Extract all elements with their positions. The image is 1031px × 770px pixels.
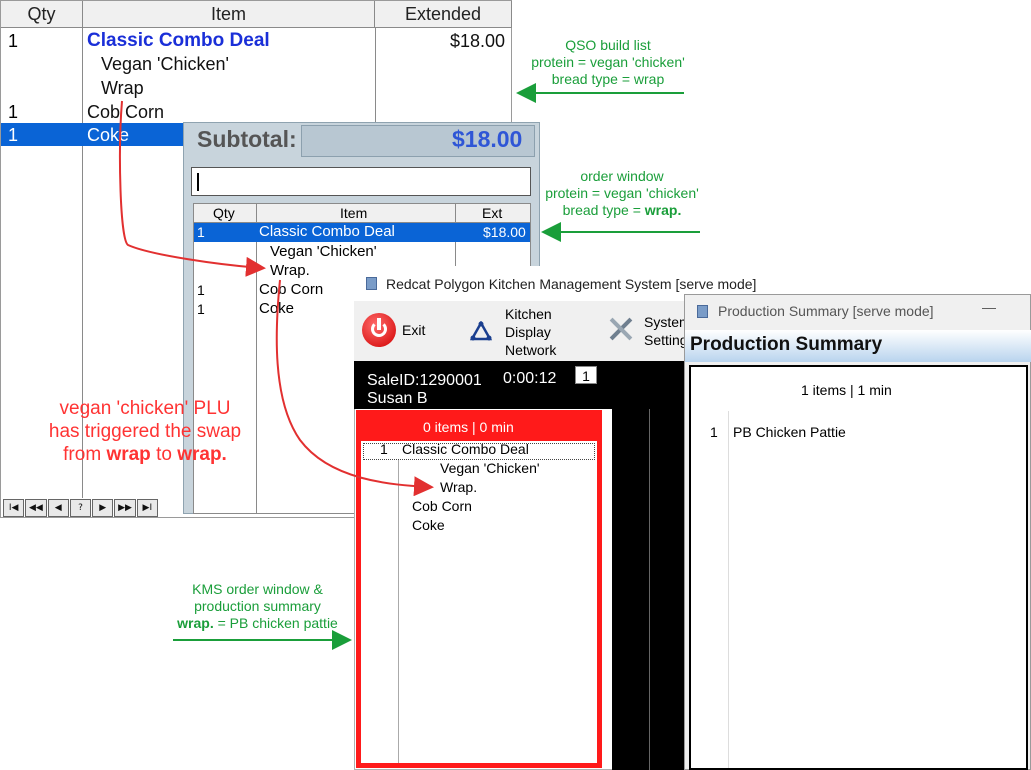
- swap-arrow-2: [275, 279, 434, 497]
- annotation-arrows: [119, 83, 700, 650]
- swap-arrow-1: [119, 100, 266, 277]
